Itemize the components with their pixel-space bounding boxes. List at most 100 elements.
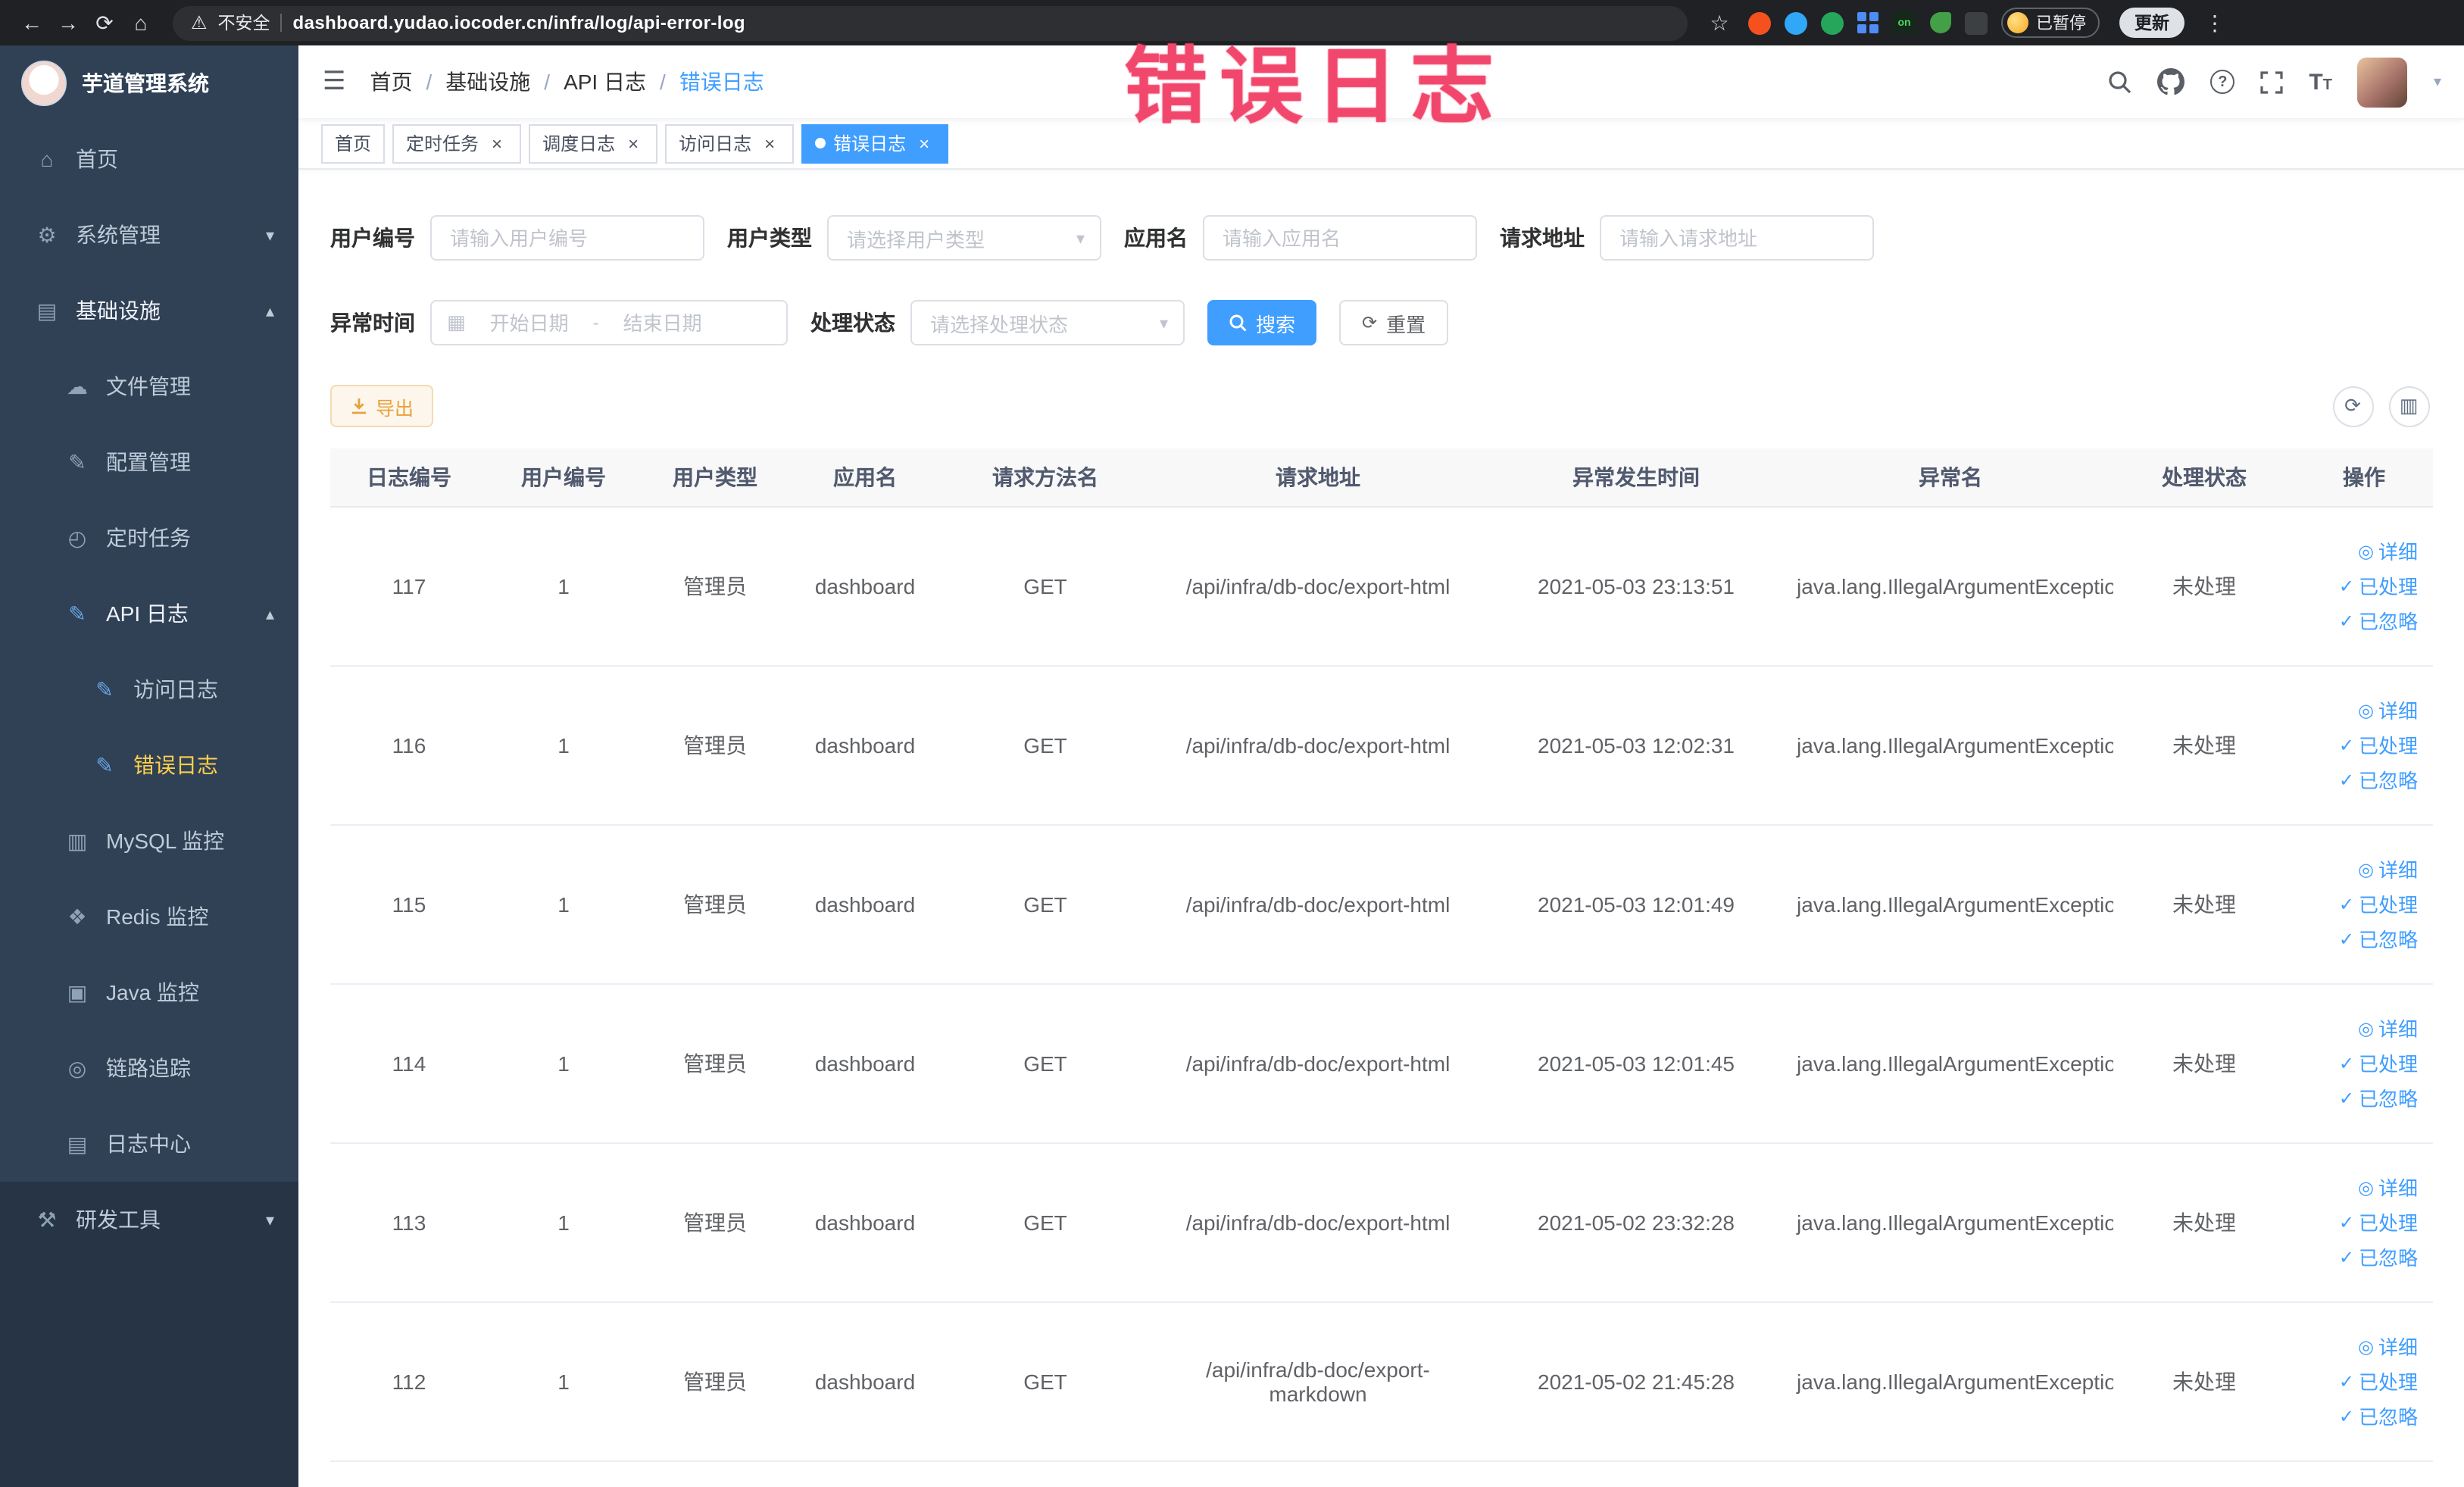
detail-link[interactable]: ◎ 详细: [2358, 1014, 2418, 1042]
detail-link[interactable]: ◎ 详细: [2358, 1332, 2418, 1360]
start-date-input[interactable]: [474, 311, 584, 334]
request-url-filter: 请求地址: [1500, 215, 1874, 261]
cell-app: dashboard: [791, 824, 939, 984]
avatar-chevron-down-icon[interactable]: ▾: [2434, 73, 2441, 90]
java-icon: ▣: [67, 979, 88, 1004]
file-icon: ☁: [67, 373, 88, 398]
close-icon[interactable]: ×: [486, 133, 507, 154]
sidebar-item-mysql[interactable]: ▥ MySQL 监控: [0, 803, 298, 879]
exception-time-range[interactable]: ▦ -: [430, 300, 788, 345]
end-date-input[interactable]: [607, 311, 717, 334]
filter-row-2: 异常时间 ▦ - 处理状态 请选择处理状态 ▾: [330, 300, 2432, 345]
cell-status: 未处理: [2113, 506, 2295, 666]
browser-menu-kebab-icon[interactable]: ⋮: [2198, 5, 2231, 41]
cell-method: GET: [939, 506, 1151, 666]
processed-link[interactable]: ✓ 已处理: [2339, 889, 2418, 918]
errorlog-icon: ✎: [95, 752, 114, 776]
sidebar-item-access-log[interactable]: ✎ 访问日志: [0, 651, 298, 727]
sidebar-item-trace[interactable]: ◎ 链路追踪: [0, 1030, 298, 1106]
detail-link[interactable]: ◎ 详细: [2358, 854, 2418, 883]
breadcrumb-item[interactable]: 基础设施: [445, 67, 530, 97]
sidebar-item-redis[interactable]: ❖ Redis 监控: [0, 879, 298, 954]
fullscreen-icon[interactable]: [2260, 70, 2283, 93]
process-status-filter: 处理状态 请选择处理状态 ▾: [810, 300, 1185, 345]
user-id-input[interactable]: [430, 215, 704, 261]
back-icon[interactable]: ←: [15, 5, 48, 41]
check-icon: ✓: [2338, 769, 2354, 790]
help-icon[interactable]: ?: [2210, 70, 2235, 94]
extension-on-badge[interactable]: on: [1892, 11, 1916, 35]
bookmark-star-icon[interactable]: ☆: [1703, 5, 1736, 41]
breadcrumb-separator: /: [660, 70, 666, 94]
sidebar-item-infra[interactable]: ▤ 基础设施 ▴: [0, 273, 298, 348]
sidebar-item-task[interactable]: ◴ 定时任务: [0, 500, 298, 576]
user-type-select[interactable]: 请选择用户类型 ▾: [827, 215, 1101, 261]
refresh-button[interactable]: ⟳: [2332, 386, 2373, 426]
ignored-link[interactable]: ✓ 已忽略: [2339, 1242, 2418, 1271]
extension-grid-icon[interactable]: [1857, 12, 1878, 33]
sidebar-item-log-center[interactable]: ▤ 日志中心: [0, 1106, 298, 1182]
search-icon[interactable]: [2107, 70, 2131, 94]
detail-link[interactable]: ◎ 详细: [2358, 695, 2418, 724]
sidebar-item-home[interactable]: ⌂ 首页: [0, 121, 298, 197]
extension-green-icon[interactable]: [1821, 11, 1844, 34]
update-button[interactable]: 更新: [2119, 8, 2184, 38]
extension-orange-icon[interactable]: [1748, 11, 1771, 34]
sidebar-item-java[interactable]: ▣ Java 监控: [0, 954, 298, 1030]
processed-link[interactable]: ✓ 已处理: [2339, 1048, 2418, 1077]
address-bar[interactable]: ⚠ 不安全 dashboard.yudao.iocoder.cn/infra/l…: [173, 5, 1688, 40]
app-logo[interactable]: 芋道管理系统: [0, 45, 298, 121]
tab-home[interactable]: 首页: [321, 123, 386, 163]
process-status-select[interactable]: 请选择处理状态 ▾: [910, 300, 1185, 345]
detail-link[interactable]: ◎ 详细: [2358, 536, 2418, 565]
breadcrumb-item[interactable]: 首页: [370, 67, 413, 97]
export-button[interactable]: 导出: [330, 385, 434, 427]
columns-toggle-button[interactable]: ▥: [2388, 386, 2429, 426]
sidebar-item-system[interactable]: ⚙ 系统管理 ▾: [0, 197, 298, 273]
sidebar-item-label: 研发工具: [76, 1207, 161, 1232]
extension-leaf-icon[interactable]: [1930, 12, 1951, 33]
tab-scheduled-task[interactable]: 定时任务 ×: [392, 123, 522, 163]
browser-home-icon[interactable]: ⌂: [124, 5, 158, 41]
reload-icon[interactable]: ⟳: [88, 5, 121, 41]
column-header: 异常发生时间: [1485, 448, 1788, 507]
close-icon[interactable]: ×: [913, 133, 935, 154]
forward-icon[interactable]: →: [52, 5, 85, 41]
extension-blue-drop-icon[interactable]: [1785, 11, 1807, 34]
detail-link[interactable]: ◎ 详细: [2358, 1173, 2418, 1201]
sidebar-item-file[interactable]: ☁ 文件管理: [0, 348, 298, 424]
avatar[interactable]: [2357, 57, 2408, 107]
github-icon[interactable]: [2157, 68, 2185, 95]
sidebar-item-label: 首页: [76, 147, 118, 171]
tab-error-log[interactable]: 错误日志 ×: [801, 123, 949, 163]
tab-access-log[interactable]: 访问日志 ×: [665, 123, 795, 163]
sidebar-item-api-log[interactable]: ✎ API 日志 ▴: [0, 576, 298, 651]
ignored-link[interactable]: ✓ 已忽略: [2339, 1401, 2418, 1430]
sidebar-item-dev-tools[interactable]: ⚒ 研发工具 ▾: [0, 1182, 298, 1257]
reset-button[interactable]: ⟳ 重置: [1339, 300, 1449, 345]
processed-link[interactable]: ✓ 已处理: [2339, 730, 2418, 759]
ignored-link[interactable]: ✓ 已忽略: [2339, 1083, 2418, 1112]
close-icon[interactable]: ×: [759, 133, 780, 154]
search-button[interactable]: 搜索: [1207, 300, 1317, 345]
tab-schedule-log[interactable]: 调度日志 ×: [529, 123, 658, 163]
ignored-link[interactable]: ✓ 已忽略: [2339, 765, 2418, 794]
app-name-filter: 应用名: [1124, 215, 1477, 261]
request-url-input[interactable]: [1600, 215, 1874, 261]
hamburger-icon[interactable]: ☰: [298, 67, 370, 97]
font-size-icon[interactable]: T T: [2309, 69, 2332, 95]
ignored-link[interactable]: ✓ 已忽略: [2339, 924, 2418, 953]
close-icon[interactable]: ×: [623, 133, 644, 154]
sidebar-item-label: 错误日志: [133, 753, 218, 777]
ignored-link[interactable]: ✓ 已忽略: [2339, 606, 2418, 635]
paused-extension-badge[interactable]: 已暂停: [2001, 8, 2100, 38]
app-name-input[interactable]: [1203, 215, 1477, 261]
breadcrumb-item[interactable]: API 日志: [564, 67, 646, 97]
sidebar-item-error-log[interactable]: ✎ 错误日志: [0, 727, 298, 803]
table-row: 117 1 管理员 dashboard GET/api/infra/db-doc/exp…: [330, 506, 2433, 666]
sidebar-item-config[interactable]: ✎ 配置管理: [0, 424, 298, 500]
processed-link[interactable]: ✓ 已处理: [2339, 1207, 2418, 1236]
processed-link[interactable]: ✓ 已处理: [2339, 1367, 2418, 1395]
extension-puzzle-icon[interactable]: [1965, 11, 1988, 34]
processed-link[interactable]: ✓ 已处理: [2339, 571, 2418, 600]
